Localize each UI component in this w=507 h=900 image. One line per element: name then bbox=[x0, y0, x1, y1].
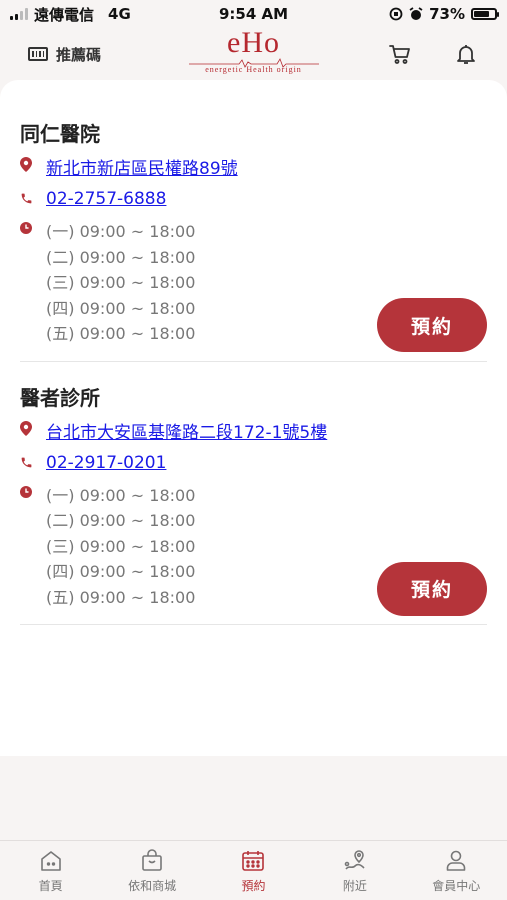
hours-line: (五) 09:00 ~ 18:00 bbox=[46, 587, 196, 607]
tab-label: 依和商城 bbox=[128, 878, 177, 893]
clinic-name: 醫者診所 bbox=[20, 385, 100, 410]
phone-link[interactable]: 02-2757-6888 bbox=[46, 189, 166, 209]
tab-label: 預約 bbox=[241, 878, 266, 893]
opening-hours: (一) 09:00 ~ 18:00 (二) 09:00 ~ 18:00 (三) … bbox=[46, 483, 195, 611]
phone-icon bbox=[20, 453, 46, 469]
tab-member[interactable]: 會員中心 bbox=[416, 848, 496, 894]
phone-row: 02-2917-0201 bbox=[20, 453, 487, 473]
shopping-bag-icon bbox=[142, 848, 162, 871]
hours-line: (三) 09:00 ~ 18:00 bbox=[46, 536, 196, 556]
tab-booking[interactable]: 預約 bbox=[213, 848, 293, 894]
clock-icon bbox=[20, 219, 46, 234]
clinic-card: 醫者診所 台北市大安區基隆路二段172-1號5樓 02-2917-0201 (一… bbox=[20, 362, 487, 625]
signal-icon bbox=[10, 8, 28, 20]
status-left: 遠傳電信 4G bbox=[10, 4, 131, 25]
battery-icon bbox=[471, 8, 499, 20]
map-pin-icon bbox=[20, 418, 46, 436]
tab-home[interactable]: 首頁 bbox=[11, 848, 91, 894]
hours-line: (一) 09:00 ~ 18:00 bbox=[46, 485, 196, 505]
alarm-icon bbox=[409, 7, 423, 20]
screen-lock-icon bbox=[389, 7, 403, 21]
address-link[interactable]: 台北市大安區基隆路二段172-1號5樓 bbox=[46, 418, 327, 443]
hours-line: (三) 09:00 ~ 18:00 bbox=[46, 273, 196, 292]
tab-label: 會員中心 bbox=[432, 878, 481, 893]
bell-icon bbox=[457, 45, 475, 64]
bottom-tab-bar: 首頁 依和商城 預約 附近 會員中心 bbox=[0, 840, 507, 900]
status-right: 73% bbox=[389, 5, 499, 23]
carrier-name: 遠傳電信 bbox=[34, 5, 95, 24]
clock-icon bbox=[20, 483, 46, 498]
user-icon bbox=[446, 850, 466, 871]
app-header: 推薦碼 eHo energetic Health origin bbox=[0, 28, 507, 80]
hours-line: (四) 09:00 ~ 18:00 bbox=[46, 298, 196, 318]
network-type: 4G bbox=[108, 5, 131, 23]
battery-percent: 73% bbox=[429, 5, 465, 23]
tab-shop[interactable]: 依和商城 bbox=[112, 848, 192, 894]
clinic-list: 同仁醫院 新北市新店區民權路89號 02-2757-6888 (一) 09:00… bbox=[0, 80, 507, 756]
header-actions bbox=[387, 41, 479, 67]
location-icon bbox=[344, 849, 365, 870]
phone-link[interactable]: 02-2917-0201 bbox=[46, 453, 166, 473]
calendar-icon bbox=[242, 850, 265, 871]
tab-label: 附近 bbox=[342, 878, 367, 893]
status-bar: 遠傳電信 4G 9:54 AM 73% bbox=[0, 0, 507, 28]
address-link[interactable]: 新北市新店區民權路89號 bbox=[46, 154, 238, 179]
clinic-card: 同仁醫院 新北市新店區民權路89號 02-2757-6888 (一) 09:00… bbox=[20, 80, 487, 362]
hours-line: (二) 09:00 ~ 18:00 bbox=[46, 247, 196, 267]
home-icon bbox=[40, 850, 61, 871]
cart-button[interactable] bbox=[387, 41, 413, 67]
tab-nearby[interactable]: 附近 bbox=[315, 848, 395, 894]
hours-line: (五) 09:00 ~ 18:00 bbox=[46, 324, 196, 343]
phone-row: 02-2757-6888 bbox=[20, 189, 487, 209]
notification-button[interactable] bbox=[453, 41, 479, 67]
address-row: 新北市新店區民權路89號 bbox=[20, 154, 487, 179]
tab-label: 首頁 bbox=[38, 878, 63, 893]
clinic-name: 同仁醫院 bbox=[20, 122, 100, 146]
book-button[interactable]: 預約 bbox=[377, 298, 487, 352]
phone-icon bbox=[20, 189, 46, 205]
hours-line: (二) 09:00 ~ 18:00 bbox=[46, 511, 196, 530]
address-row: 台北市大安區基隆路二段172-1號5樓 bbox=[20, 418, 487, 443]
cart-icon bbox=[389, 45, 410, 64]
book-button[interactable]: 預約 bbox=[377, 561, 487, 616]
hours-line: (一) 09:00 ~ 18:00 bbox=[46, 222, 196, 241]
divider bbox=[20, 624, 487, 625]
logo-tagline: energetic Health origin bbox=[205, 65, 302, 74]
map-pin-icon bbox=[20, 154, 46, 172]
hours-line: (四) 09:00 ~ 18:00 bbox=[46, 562, 196, 581]
opening-hours: (一) 09:00 ~ 18:00 (二) 09:00 ~ 18:00 (三) … bbox=[46, 219, 195, 347]
battery-level bbox=[474, 11, 489, 17]
